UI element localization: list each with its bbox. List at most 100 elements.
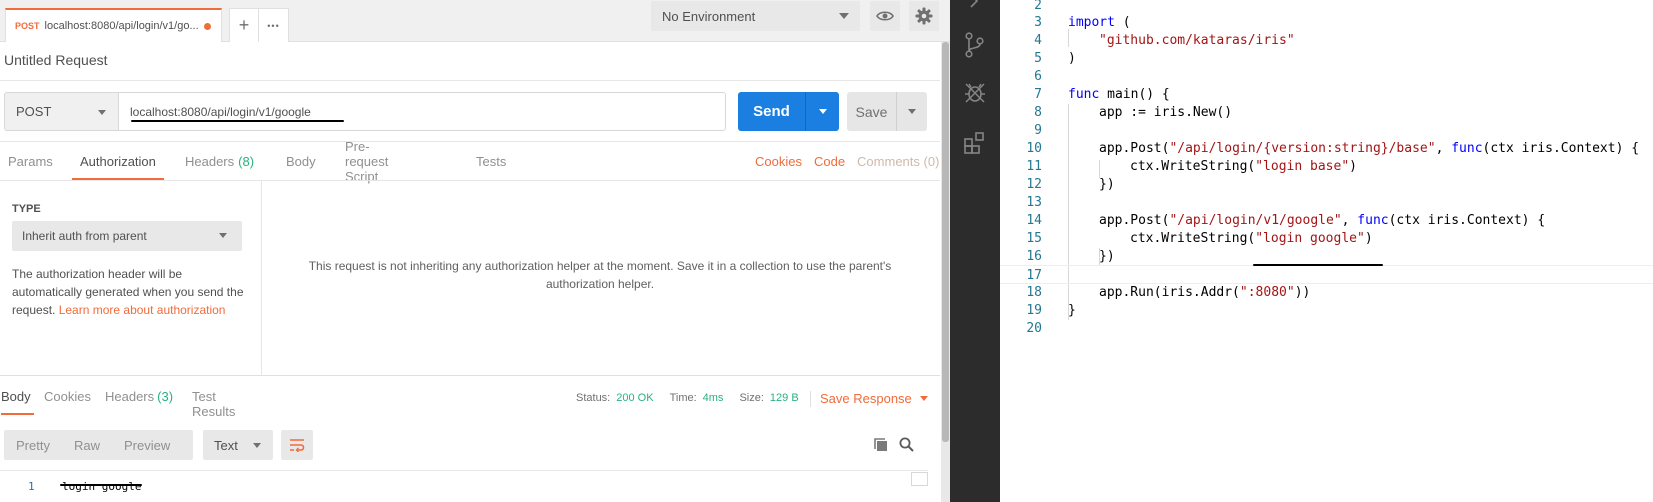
- scrollbar-thumb[interactable]: [942, 42, 949, 442]
- type-label: TYPE: [12, 203, 41, 215]
- view-pretty-button[interactable]: Pretty: [4, 430, 62, 460]
- tab-label: Body: [1, 389, 31, 404]
- code-token: (: [1114, 15, 1131, 30]
- code-editor[interactable]: 2 3 import ( 4 "github.com/kataras/iris" 5…: [1000, 0, 1653, 502]
- source-control-icon[interactable]: [962, 32, 988, 58]
- wrap-lines-button[interactable]: [281, 430, 313, 460]
- debug-icon[interactable]: [962, 80, 988, 106]
- send-label: Send: [738, 92, 806, 131]
- response-body-viewer[interactable]: 1 login google: [0, 470, 928, 502]
- eye-icon: [876, 11, 894, 21]
- send-button[interactable]: Send: [738, 92, 839, 131]
- chevron-down-icon: [98, 110, 106, 115]
- tab-authorization[interactable]: Authorization: [72, 142, 164, 180]
- code-token: ,: [1435, 141, 1452, 156]
- current-line: 17: [1000, 265, 1653, 284]
- manage-environments-button[interactable]: [909, 1, 939, 31]
- response-tab-cookies[interactable]: Cookies: [44, 389, 91, 415]
- code-token: main() {: [1099, 87, 1170, 102]
- line-number: 9: [1034, 123, 1042, 138]
- string-token: "login google": [1255, 231, 1365, 246]
- code-line: 7 func main() {: [1000, 85, 1653, 104]
- line-number: 4: [1034, 33, 1042, 48]
- auth-type-value: Inherit auth from parent: [22, 229, 147, 243]
- code-line: 20: [1000, 319, 1653, 338]
- new-tab-button[interactable]: +: [230, 9, 260, 42]
- response-tab-body[interactable]: Body: [1, 389, 34, 415]
- line-number: 11: [1026, 159, 1042, 174]
- code-link[interactable]: Code: [814, 154, 845, 169]
- line-number: 5: [1034, 51, 1042, 66]
- code-token: ): [1364, 231, 1373, 246]
- code-token: app.Run(iris.Addr(: [1099, 285, 1240, 300]
- size-value[interactable]: 129 B: [770, 392, 799, 404]
- cookies-link[interactable]: Cookies: [755, 154, 802, 169]
- auth-type-select[interactable]: Inherit auth from parent: [12, 221, 242, 251]
- url-input[interactable]: localhost:8080/api/login/v1/google: [118, 92, 726, 131]
- chevron-down-icon: [818, 109, 827, 114]
- auth-description: The authorization header will be automat…: [12, 265, 252, 319]
- tab-tests[interactable]: Tests: [476, 142, 506, 180]
- tab-label: Params: [8, 153, 53, 169]
- code-token: )): [1294, 285, 1311, 300]
- annotation-underline: [60, 484, 142, 486]
- line-code: import (: [1068, 13, 1131, 32]
- string-token: ":8080": [1239, 285, 1295, 300]
- save-response-label: Save Response: [820, 391, 912, 406]
- code-line: 18 app.Run(iris.Addr(":8080")): [1000, 283, 1653, 302]
- size-label: Size:: [739, 392, 764, 404]
- response-format-select[interactable]: Text: [203, 430, 273, 460]
- http-method-select[interactable]: POST: [4, 92, 118, 131]
- extensions-icon[interactable]: [962, 130, 988, 156]
- keyword-token: func: [1451, 141, 1483, 156]
- chevron-down-icon: [908, 109, 916, 114]
- tab-headers[interactable]: Headers (8): [185, 142, 254, 180]
- tab-label: Tests: [476, 153, 507, 169]
- code-line: 6: [1000, 67, 1653, 86]
- code-token: (ctx iris.Context) {: [1388, 213, 1546, 228]
- code-line: 11 ctx.WriteString("login base"): [1000, 157, 1653, 176]
- response-scroll-box: [911, 472, 928, 486]
- response-meta: Status: 200 OK Time: 4ms Size: 129 B: [576, 392, 815, 404]
- response-tab-test-results[interactable]: Test Results: [192, 389, 235, 419]
- save-response-button[interactable]: Save Response: [810, 391, 928, 407]
- search-icon[interactable]: [899, 437, 914, 452]
- line-number: 19: [1026, 303, 1042, 318]
- comments-link[interactable]: Comments (0): [857, 154, 939, 169]
- request-side-links: Cookies Code Comments (0): [755, 142, 939, 180]
- tab-actions: + •••: [229, 8, 289, 42]
- request-title[interactable]: Untitled Request: [4, 52, 108, 68]
- url-value: localhost:8080/api/login/v1/google: [130, 104, 311, 119]
- time-value[interactable]: 4ms: [703, 392, 724, 404]
- tab-url-label: localhost:8080/api/login/v1/go...: [44, 20, 199, 32]
- environment-quick-look-button[interactable]: [870, 1, 900, 31]
- explorer-icon[interactable]: [962, 0, 988, 14]
- tab-params[interactable]: Params: [8, 142, 53, 180]
- line-number: 7: [1034, 87, 1042, 102]
- environment-select[interactable]: No Environment: [651, 1, 860, 31]
- divider: [0, 375, 940, 376]
- request-tab[interactable]: POST localhost:8080/api/login/v1/go...: [5, 8, 222, 42]
- learn-more-link[interactable]: Learn more about authorization: [59, 303, 226, 317]
- chevron-down-icon: [219, 233, 227, 238]
- tab-pre-request-script[interactable]: Pre-request Script: [345, 139, 388, 184]
- line-number: 3: [1034, 15, 1042, 30]
- view-raw-button[interactable]: Raw: [62, 430, 112, 460]
- string-token: "/api/login/{version:string}/base": [1169, 141, 1436, 156]
- tab-more-button[interactable]: •••: [259, 9, 288, 42]
- tab-label: Cookies: [44, 389, 91, 404]
- send-options-button[interactable]: [806, 92, 839, 131]
- string-token: "github.com/kataras/iris": [1099, 33, 1295, 48]
- status-value[interactable]: 200 OK: [616, 392, 653, 404]
- save-button[interactable]: Save: [847, 92, 927, 131]
- response-tab-headers[interactable]: Headers (3): [105, 389, 173, 415]
- view-preview-button[interactable]: Preview: [112, 430, 182, 460]
- postman-scrollbar[interactable]: [941, 42, 950, 502]
- chevron-down-icon: [839, 13, 849, 19]
- tab-body[interactable]: Body: [286, 142, 316, 180]
- wrap-lines-icon: [290, 439, 305, 452]
- save-options-button[interactable]: [897, 92, 927, 131]
- activity-bar: [950, 0, 1000, 502]
- copy-icon[interactable]: [874, 438, 888, 452]
- line-code: app.Post("/api/login/{version:string}/ba…: [1099, 139, 1639, 158]
